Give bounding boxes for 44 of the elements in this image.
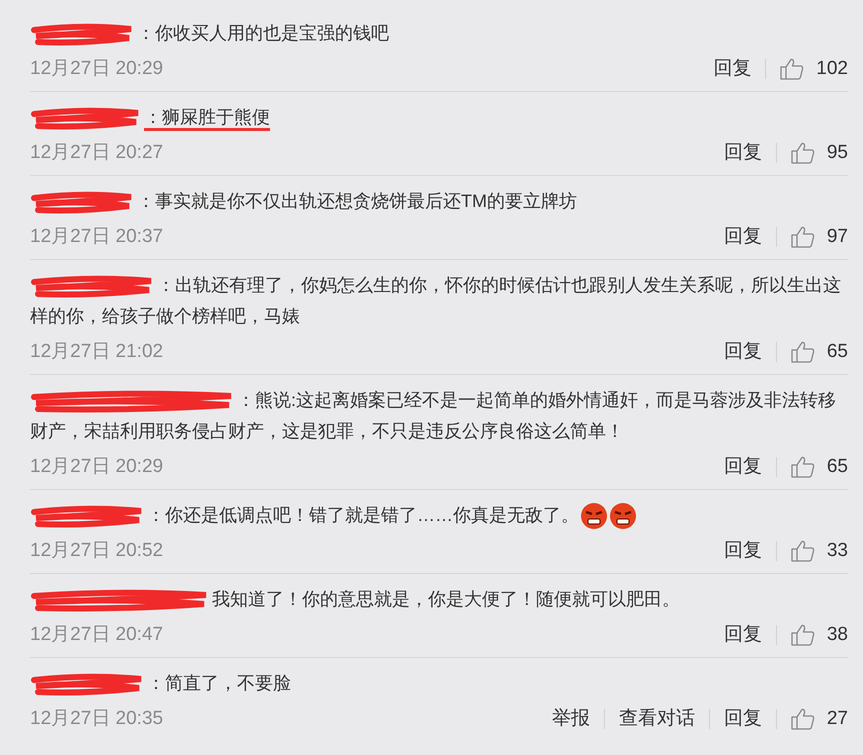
like-count: 95 [826,140,848,165]
thumbs-up-icon[interactable] [780,58,804,80]
thumbs-up-icon[interactable] [790,226,815,248]
comment-time: 12月27日 20:27 [30,140,164,165]
action-link[interactable]: 回复 [710,536,776,566]
thumbs-up-icon[interactable] [790,456,815,478]
action-link[interactable]: 举报 [538,704,604,734]
comment-text: ：你收买人用的也是宝强的钱吧 [137,23,389,43]
like-count: 65 [826,454,848,479]
comment-time: 12月27日 20:37 [30,224,164,249]
comment-time: 12月27日 20:35 [30,706,164,731]
comment-text: ：出轨还有理了，你妈怎么生的你，怀你的时候估计也跟别人发生关系呢，所以生出这样的你，给孩子做个榜样吧，马婊 [30,275,841,326]
thumbs-up-icon[interactable] [790,142,815,164]
action-link[interactable]: 回复 [710,704,776,734]
action-link[interactable]: 回复 [710,620,776,650]
action-link[interactable]: 回复 [710,338,776,366]
angry-face-emoticon [609,502,637,530]
like-count: 33 [826,538,848,563]
thumbs-up-icon[interactable] [790,341,815,363]
like-count: 27 [826,706,848,731]
like-count: 102 [816,56,848,81]
comment-text: ：狮屎胜于熊便 [144,107,270,127]
comment-time: 12月27日 20:29 [30,454,164,479]
comment-time: 12月27日 21:02 [30,340,164,364]
comment-text: ：简直了，不要脸 [147,673,291,693]
action-link[interactable]: 回复 [710,138,776,168]
like-count: 65 [826,340,848,364]
thumbs-up-icon[interactable] [790,624,815,646]
comment-text: ：事实就是你不仅出轨还想贪烧饼最后还TM的要立牌坊 [137,191,577,211]
action-link[interactable]: 查看对话 [604,704,709,734]
action-link[interactable]: 回复 [710,452,776,482]
like-count: 38 [826,622,848,647]
action-link[interactable]: 回复 [710,222,776,252]
action-link[interactable]: 回复 [699,54,766,84]
like-count: 97 [826,224,848,249]
comment-time: 12月27日 20:47 [30,622,164,647]
comment-text: ：你还是低调点吧！错了就是错了……你真是无敌了。 [147,505,579,525]
comment-text: 我知道了！你的意思就是，你是大便了！随便就可以肥田。 [212,589,680,609]
thumbs-up-icon[interactable] [790,708,815,730]
comment-text: ：熊说:这起离婚案已经不是一起简单的婚外情通奸，而是马蓉涉及非法转移财产，宋喆利用职务侵占财产，这是犯罪，不只是违反公序良俗这么简单！ [30,390,836,441]
thumbs-up-icon[interactable] [790,540,815,562]
comment-time: 12月27日 20:29 [30,56,164,81]
angry-face-emoticon [580,502,608,530]
comment-time: 12月27日 20:52 [30,538,164,563]
